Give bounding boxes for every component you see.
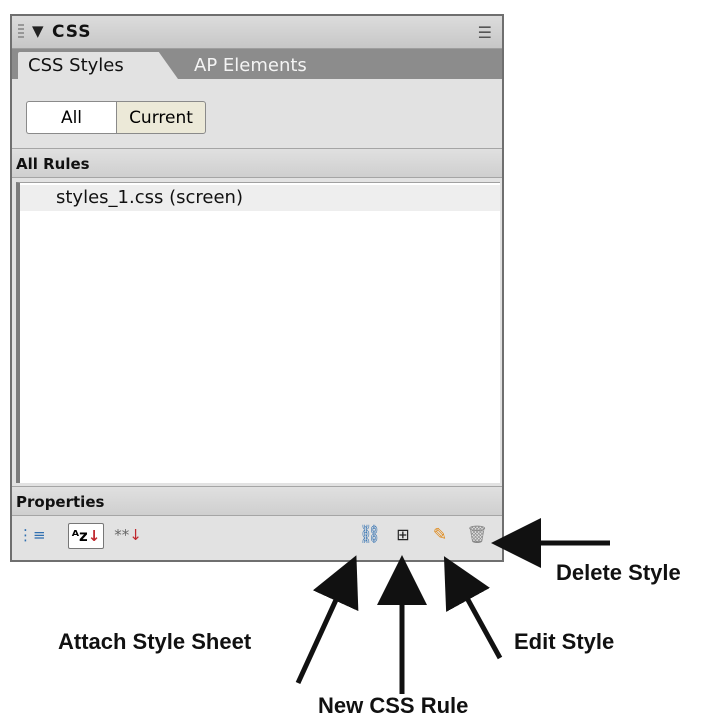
new-css-rule-icon[interactable]: ⊞ [390,523,416,547]
delete-style-icon[interactable]: 🗑 [464,523,490,547]
attach-style-sheet-icon[interactable]: ⛓ [356,523,384,547]
callout-edit-style: Edit Style [514,629,615,654]
all-mode-button[interactable]: All [26,101,116,134]
set-text: ** [114,526,130,544]
tab-css-styles[interactable]: CSS Styles [18,52,178,79]
arrow-attach [295,555,359,685]
az-arrow-icon: ↓ [87,527,101,545]
alphabetical-view-icon[interactable]: ᴬz↓ [68,523,104,549]
panel-titlebar[interactable]: ▼ CSS ☰ [12,16,502,49]
properties-toolbar: ⋮≡ ᴬz↓ **↓ ⛓ ⊞ ✎ 🗑 [12,516,502,556]
set-arrow-icon: ↓ [129,526,142,544]
tab-ap-elements[interactable]: AP Elements [184,52,317,79]
category-view-icon[interactable]: ⋮≡ [18,523,46,547]
current-mode-button[interactable]: Current [116,101,206,134]
panel-title: CSS [52,22,92,42]
tab-strip: CSS Styles AP Elements [12,49,502,79]
callout-delete-style: Delete Style [556,560,681,585]
collapse-arrow-icon[interactable]: ▼ [32,22,44,40]
rules-list[interactable]: styles_1.css (screen) [16,182,500,483]
panel-options-icon[interactable]: ☰ [478,23,492,42]
callout-attach-style-sheet: Attach Style Sheet [58,629,252,654]
all-rules-header: All Rules [12,148,502,178]
css-panel: ▼ CSS ☰ CSS Styles AP Elements All Curre… [10,14,504,562]
rule-item[interactable]: styles_1.css (screen) [20,185,500,211]
grip-icon[interactable] [18,24,24,40]
az-text: ᴬz [71,527,88,545]
edit-style-icon[interactable]: ✎ [427,523,453,547]
set-properties-view-icon[interactable]: **↓ [108,523,148,547]
properties-header: Properties [12,486,502,516]
arrow-edit [443,556,503,660]
callout-new-css-rule: New CSS Rule [318,693,469,718]
